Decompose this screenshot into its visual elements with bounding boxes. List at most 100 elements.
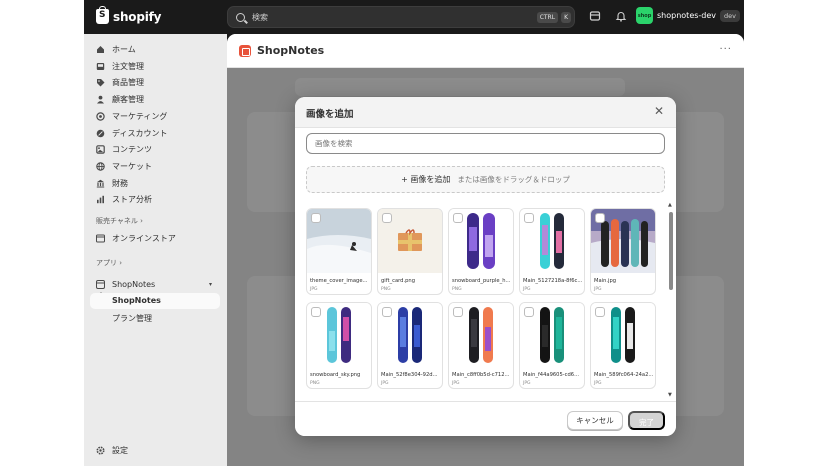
sidebar-item-3[interactable]: 顧客管理 <box>90 92 220 107</box>
sub-item-plan-management[interactable]: プラン管理 <box>112 313 152 324</box>
select-checkbox[interactable] <box>595 307 605 317</box>
add-image-button[interactable]: + 画像を追加 <box>401 174 450 185</box>
shopify-bag-icon <box>96 6 109 24</box>
image-grid: theme_cover_image... JPG gift_card.png PNG s… <box>306 208 656 398</box>
image-filename: gift_card.png <box>381 278 415 284</box>
store-switcher-icon[interactable] <box>589 10 601 22</box>
image-filetype: JPG <box>452 381 460 386</box>
shortcut-ctrl: CTRL <box>536 11 559 23</box>
app-title: ShopNotes <box>257 44 325 57</box>
sidebar-item-8[interactable]: 財務 <box>90 176 220 191</box>
sidebar-item-4[interactable]: マーケティング <box>90 109 220 124</box>
image-tile[interactable]: Main.jpg JPG <box>590 208 656 295</box>
sidebar-item-1[interactable]: 注文管理 <box>90 59 220 74</box>
image-tile[interactable]: Main_589fc064-24a2... JPG <box>590 302 656 389</box>
image-filetype: PNG <box>381 287 391 292</box>
select-checkbox[interactable] <box>382 213 392 223</box>
image-filetype: PNG <box>310 381 320 386</box>
drag-drop-hint: または画像をドラッグ＆ドロップ <box>457 175 570 184</box>
sidebar-item-settings[interactable]: 設定 <box>90 443 220 458</box>
cancel-button[interactable]: キャンセル <box>567 411 623 430</box>
image-tile[interactable]: snowboard_sky.png PNG <box>306 302 372 389</box>
sidebar-item-label: ディスカウント <box>112 128 168 138</box>
sidebar-item-7[interactable]: マーケット <box>90 159 220 174</box>
image-tile[interactable]: snowboard_purple_h... PNG <box>448 208 514 295</box>
image-filename: Main_52f8e304-92d... <box>381 372 438 378</box>
sidebar-item-label: マーケット <box>112 161 152 171</box>
scroll-up-icon[interactable]: ▲ <box>668 202 672 208</box>
image-filename: snowboard_sky.png <box>310 372 361 378</box>
dialog-footer: キャンセル 完了 <box>295 401 676 436</box>
sidebar-item-label: コンテンツ <box>112 145 152 155</box>
done-button[interactable]: 完了 <box>628 411 665 430</box>
select-checkbox[interactable] <box>311 307 321 317</box>
more-actions-icon[interactable]: ··· <box>719 44 732 55</box>
global-search[interactable]: 検索 CTRL K <box>227 6 575 28</box>
discount-icon <box>96 129 105 137</box>
sidebar-item-shopnotes-app[interactable]: ShopNotes ▾ <box>90 277 220 292</box>
bell-icon[interactable] <box>615 10 627 22</box>
sales-channels-label[interactable]: 販売チャネル › <box>96 216 143 226</box>
select-checkbox[interactable] <box>311 213 321 223</box>
logo-text: shopify <box>113 9 162 24</box>
sidebar-item-9[interactable]: ストア分析 <box>90 192 220 207</box>
dev-badge: dev <box>720 9 741 22</box>
inbox-icon <box>96 62 105 70</box>
scroll-down-icon[interactable]: ▼ <box>668 392 672 398</box>
image-filename: theme_cover_image... <box>310 278 368 284</box>
select-checkbox[interactable] <box>524 307 534 317</box>
globe-icon <box>96 162 105 171</box>
image-tile[interactable]: Main_5127218a-8f6c... JPG <box>519 208 585 295</box>
sub-item-shopnotes: ShopNotes <box>112 296 161 305</box>
bank-icon <box>96 179 105 188</box>
sidebar-item-online-store[interactable]: オンラインストア <box>90 231 220 246</box>
sidebar-item-label: マーケティング <box>112 111 168 121</box>
shopify-logo[interactable]: shopify <box>96 6 162 24</box>
person-icon <box>97 95 104 104</box>
sidebar-item-5[interactable]: ディスカウント <box>90 126 220 141</box>
sidebar-item-label: ストア分析 <box>112 195 152 205</box>
image-tile[interactable]: theme_cover_image... JPG <box>306 208 372 295</box>
image-tile[interactable]: Main_f44a9605-cd6... JPG <box>519 302 585 389</box>
sidebar-item-shopnotes-active[interactable]: ShopNotes <box>90 293 220 309</box>
apps-label[interactable]: アプリ › <box>96 258 122 268</box>
online-store-label: オンラインストア <box>112 234 176 243</box>
image-tile[interactable]: gift_card.png PNG <box>377 208 443 295</box>
select-checkbox[interactable] <box>595 213 605 223</box>
dialog-title: 画像を追加 <box>306 109 354 120</box>
image-filename: Main_589fc064-24a2... <box>594 372 654 378</box>
image-filetype: JPG <box>381 381 389 386</box>
sidebar-item-label: 財務 <box>112 178 128 188</box>
sidebar-item-0[interactable]: ホーム <box>90 42 220 57</box>
image-filename: Main_5127218a-8f6c... <box>523 278 583 284</box>
image-filename: Main.jpg <box>594 278 617 284</box>
close-icon[interactable]: ✕ <box>654 104 664 118</box>
image-filetype: JPG <box>523 381 531 386</box>
store-menu-button[interactable]: shop shopnotes-dev dev <box>636 7 741 24</box>
grid-scrollbar[interactable]: ▲ ▼ <box>668 202 673 402</box>
search-placeholder: 検索 <box>252 12 268 22</box>
select-checkbox[interactable] <box>453 307 463 317</box>
image-drop-zone[interactable]: + 画像を追加 または画像をドラッグ＆ドロップ <box>306 166 665 193</box>
collapse-caret-icon[interactable]: ▾ <box>209 281 212 288</box>
image-filetype: JPG <box>594 381 602 386</box>
sidebar-item-2[interactable]: 商品管理 <box>90 75 220 90</box>
scroll-thumb[interactable] <box>669 212 673 290</box>
home-icon <box>97 46 104 53</box>
shortcut-k: K <box>561 11 571 23</box>
select-checkbox[interactable] <box>382 307 392 317</box>
sidebar-item-6[interactable]: コンテンツ <box>90 142 220 157</box>
gear-icon <box>96 446 105 455</box>
store-avatar: shop <box>636 7 653 24</box>
sidebar-item-label: 顧客管理 <box>112 95 144 105</box>
image-filetype: PNG <box>452 287 462 292</box>
sidebar-item-label: ホーム <box>112 45 136 54</box>
image-tile[interactable]: Main_c8ff0b5d-c712... JPG <box>448 302 514 389</box>
add-image-dialog: 画像を追加 ✕ + 画像を追加 または画像をドラッグ＆ドロップ theme_co… <box>295 97 676 436</box>
select-checkbox[interactable] <box>524 213 534 223</box>
select-checkbox[interactable] <box>453 213 463 223</box>
image-search-input[interactable] <box>306 133 665 154</box>
image-tile[interactable]: Main_52f8e304-92d... JPG <box>377 302 443 389</box>
dialog-header: 画像を追加 ✕ <box>295 97 676 128</box>
app-name-label: ShopNotes <box>112 280 156 289</box>
